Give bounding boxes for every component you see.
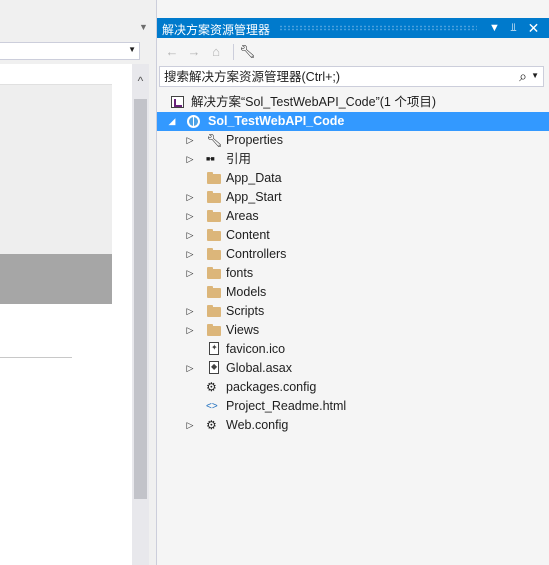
title-drag-grip[interactable]	[279, 25, 477, 31]
tree-item[interactable]: App_Data	[157, 169, 549, 188]
collapsed-triangle-icon[interactable]: ▷	[185, 416, 195, 435]
tab-overflow-chevron-icon[interactable]: ▼	[139, 22, 148, 32]
toolbar-separator	[233, 44, 234, 60]
tree-item-label: 引用	[226, 152, 252, 166]
collapsed-triangle-icon[interactable]: ▷	[185, 131, 195, 150]
tree-item[interactable]: ▷ ⚙ Web.config	[157, 416, 549, 435]
dropdown-arrow-icon[interactable]: ▼	[128, 45, 136, 54]
tree-item[interactable]: ⚙ packages.config	[157, 378, 549, 397]
tree-item-label: Web.config	[226, 418, 289, 432]
window-position-chevron-down-icon[interactable]: ▼	[487, 20, 502, 36]
tree-item-label: Scripts	[226, 304, 265, 318]
tree-item[interactable]: ▷ fonts	[157, 264, 549, 283]
tree-item-label: fonts	[226, 266, 254, 280]
asax-file-icon: ◆	[209, 361, 219, 374]
document-gray-bar	[0, 254, 112, 304]
tree-item[interactable]: ▷ App_Start	[157, 188, 549, 207]
folder-icon	[207, 286, 221, 298]
editor-tab-strip: ▼	[0, 0, 150, 40]
tree-item-label: Global.asax	[226, 361, 293, 375]
tree-item-label: Properties	[226, 133, 283, 147]
panel-title-bar[interactable]: 解决方案资源管理器 ▼ ⫫ ✕	[157, 18, 549, 38]
tree-item-label: Areas	[226, 209, 259, 223]
solution-explorer-panel: 解决方案资源管理器 ▼ ⫫ ✕ ← → ⌂ 🔧︎ ⌕ ▼ 解决方案“Sol_Te…	[156, 0, 549, 565]
tree-item[interactable]: ▷ ■-■ 引用	[157, 150, 549, 169]
tree-item-label: Views	[226, 323, 260, 337]
tree-item-label: Project_Readme.html	[226, 399, 347, 413]
tree-item-label: Sol_TestWebAPI_Code	[208, 114, 345, 128]
expanded-triangle-icon[interactable]: ◢	[167, 112, 177, 131]
collapsed-triangle-icon[interactable]: ▷	[185, 245, 195, 264]
config-file-icon: ⚙	[206, 380, 217, 394]
collapsed-triangle-icon[interactable]: ▷	[185, 264, 195, 283]
editor-area: ▼ ▼ ^	[0, 0, 156, 565]
home-icon[interactable]: ⌂	[208, 44, 224, 60]
ico-file-icon: ✦	[209, 342, 219, 355]
folder-icon	[207, 324, 221, 336]
vertical-scrollbar[interactable]: ^	[132, 64, 149, 565]
document-view[interactable]	[0, 64, 132, 565]
tree-item-label: Content	[226, 228, 270, 242]
html-file-icon: <>	[206, 401, 218, 412]
collapsed-triangle-icon[interactable]: ▷	[185, 226, 195, 245]
tree-item-label: App_Start	[226, 190, 282, 204]
explorer-toolbar: ← → ⌂ 🔧︎	[157, 40, 549, 64]
collapsed-triangle-icon[interactable]: ▷	[185, 188, 195, 207]
navigation-dropdown[interactable]: ▼	[0, 42, 140, 60]
tree-item-label: Models	[226, 285, 267, 299]
search-box[interactable]: ⌕ ▼	[159, 66, 544, 87]
collapsed-triangle-icon[interactable]: ▷	[185, 207, 195, 226]
tree-item[interactable]: Models	[157, 283, 549, 302]
close-icon[interactable]: ✕	[526, 20, 541, 36]
tree-item[interactable]: 解决方案“Sol_TestWebAPI_Code”(1 个项目)	[157, 93, 549, 112]
folder-icon	[207, 267, 221, 279]
folder-icon	[207, 210, 221, 222]
document-panel	[0, 84, 112, 255]
tree-item[interactable]: ▷ Controllers	[157, 245, 549, 264]
file-glyph: ◆	[211, 362, 218, 371]
tree-item[interactable]: ▷ Views	[157, 321, 549, 340]
tree-item[interactable]: ✦ favicon.ico	[157, 340, 549, 359]
search-icon[interactable]: ⌕	[519, 68, 527, 85]
tree-item-label: favicon.ico	[226, 342, 286, 356]
folder-icon	[207, 191, 221, 203]
file-glyph: ✦	[211, 343, 218, 352]
collapsed-triangle-icon[interactable]: ▷	[185, 302, 195, 321]
wrench-icon: 🔧︎	[206, 133, 223, 148]
tree-item[interactable]: ▷ Scripts	[157, 302, 549, 321]
folder-icon	[207, 305, 221, 317]
back-icon[interactable]: ←	[164, 44, 180, 60]
tree-item[interactable]: ▷ 🔧︎ Properties	[157, 131, 549, 150]
folder-icon	[207, 172, 221, 184]
config-file-icon: ⚙	[206, 418, 217, 432]
panel-title: 解决方案资源管理器	[162, 23, 271, 37]
tree-item[interactable]: ▷ Content	[157, 226, 549, 245]
folder-icon	[207, 248, 221, 260]
document-divider	[0, 357, 72, 358]
tree-item-label: 解决方案“Sol_TestWebAPI_Code”(1 个项目)	[191, 95, 436, 109]
collapsed-triangle-icon[interactable]: ▷	[185, 321, 195, 340]
tree-item-label: Controllers	[226, 247, 287, 261]
pin-icon[interactable]: ⫫	[506, 20, 521, 36]
collapsed-triangle-icon[interactable]: ▷	[185, 359, 195, 378]
folder-icon	[207, 229, 221, 241]
tree-item[interactable]: ▷ Areas	[157, 207, 549, 226]
scrollbar-thumb[interactable]	[134, 99, 147, 499]
collapsed-triangle-icon[interactable]: ▷	[185, 150, 195, 169]
solution-tree: 解决方案“Sol_TestWebAPI_Code”(1 个项目) ◢ Sol_Tes…	[157, 93, 549, 565]
web-project-icon	[187, 115, 200, 128]
wrench-icon[interactable]: 🔧︎	[239, 44, 256, 60]
tree-item-label: App_Data	[226, 171, 282, 185]
scroll-up-arrow-icon[interactable]: ^	[135, 75, 146, 87]
tree-item[interactable]: ▷ ◆ Global.asax	[157, 359, 549, 378]
tree-item[interactable]: ◢ Sol_TestWebAPI_Code	[157, 112, 549, 131]
solution-icon	[171, 96, 184, 108]
references-icon: ■-■	[206, 156, 215, 163]
forward-icon[interactable]: →	[186, 44, 202, 60]
search-input[interactable]	[164, 69, 504, 84]
tree-item-label: packages.config	[226, 380, 317, 394]
tree-item[interactable]: <> Project_Readme.html	[157, 397, 549, 416]
search-options-chevron-down-icon[interactable]: ▼	[531, 71, 539, 80]
